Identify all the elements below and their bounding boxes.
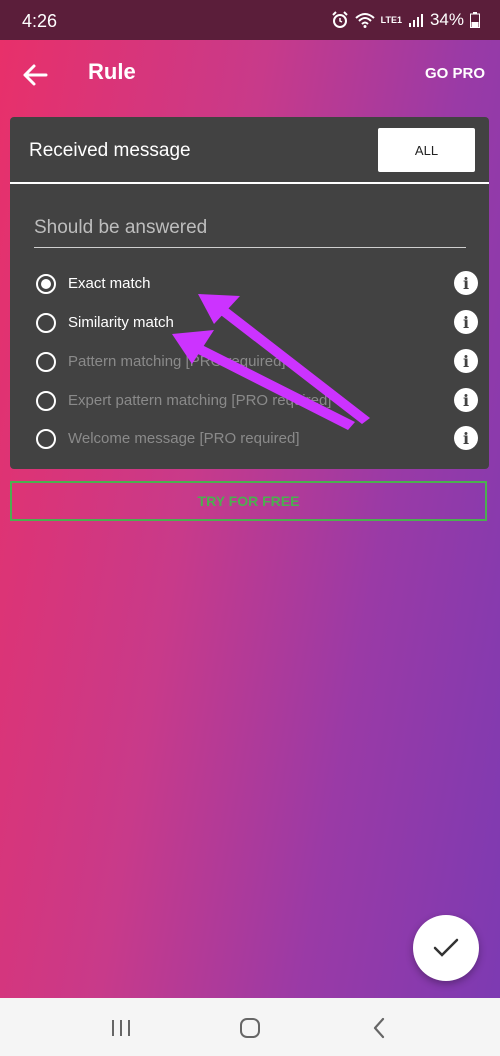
arrow-left-icon — [23, 64, 48, 86]
recent-apps-button[interactable] — [108, 1015, 134, 1041]
radio-exact-match[interactable] — [36, 274, 56, 294]
radio-similarity-match[interactable] — [36, 313, 56, 333]
option-welcome-message[interactable]: Welcome message [PRO required] i — [34, 426, 480, 456]
nav-back-button[interactable] — [367, 1015, 393, 1041]
nav-back-icon — [373, 1017, 385, 1039]
network-label: LTE1 — [380, 14, 402, 25]
option-exact-match[interactable]: Exact match i — [34, 271, 480, 301]
radio-expert-pattern-matching[interactable] — [36, 391, 56, 411]
info-icon[interactable]: i — [454, 426, 478, 450]
status-bar: 4:26 LTE1 34% — [0, 0, 500, 40]
status-time: 4:26 — [22, 11, 58, 31]
radio-pattern-matching[interactable] — [36, 352, 56, 372]
alarm-icon — [331, 11, 348, 28]
option-label: Similarity match — [68, 314, 174, 331]
try-for-free-button[interactable]: TRY FOR FREE — [10, 481, 487, 521]
option-label: Welcome message [PRO required] — [68, 430, 300, 447]
home-button[interactable] — [237, 1015, 263, 1041]
status-icons: LTE1 34% — [331, 10, 480, 30]
check-icon — [433, 938, 459, 957]
header-divider — [10, 182, 489, 184]
option-similarity-match[interactable]: Similarity match i — [34, 310, 480, 340]
option-label: Pattern matching [PRO required] — [68, 353, 286, 370]
should-be-answered-input[interactable] — [34, 217, 466, 239]
system-nav-bar — [0, 998, 500, 1056]
signal-icon — [408, 14, 423, 27]
info-icon[interactable]: i — [454, 388, 478, 412]
option-label: Exact match — [68, 275, 151, 292]
received-message-label: Received message — [29, 140, 191, 161]
info-icon[interactable]: i — [454, 271, 478, 295]
recent-apps-icon — [112, 1020, 130, 1036]
wifi-icon — [354, 13, 375, 28]
back-button[interactable] — [22, 62, 48, 88]
received-message-header: Received message ALL — [10, 117, 489, 183]
page-title: Rule — [88, 59, 136, 84]
go-pro-button[interactable]: GO PRO — [425, 65, 485, 82]
answer-field-wrapper — [34, 217, 466, 248]
battery-icon — [470, 12, 480, 28]
info-icon[interactable]: i — [454, 310, 478, 334]
app-content: Rule GO PRO Received message ALL Exact m… — [0, 40, 500, 998]
app-bar: Rule GO PRO — [0, 40, 500, 110]
battery-percent: 34% — [429, 10, 464, 29]
option-expert-pattern-matching[interactable]: Expert pattern matching [PRO required] i — [34, 388, 480, 418]
rule-card: Received message ALL Exact match i Simil… — [10, 117, 489, 469]
confirm-fab[interactable] — [413, 915, 479, 981]
option-label: Expert pattern matching [PRO required] — [68, 392, 332, 409]
home-icon — [240, 1018, 260, 1038]
radio-welcome-message[interactable] — [36, 429, 56, 449]
option-pattern-matching[interactable]: Pattern matching [PRO required] i — [34, 349, 480, 379]
info-icon[interactable]: i — [454, 349, 478, 373]
all-button[interactable]: ALL — [378, 128, 475, 172]
